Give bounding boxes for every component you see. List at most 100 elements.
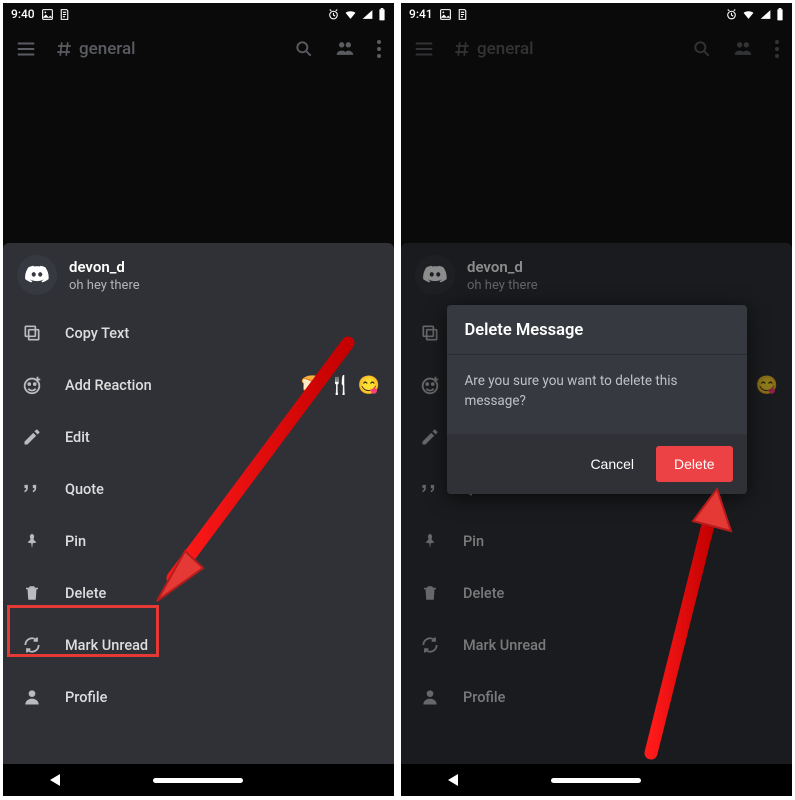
- menu-delete[interactable]: Delete: [3, 567, 394, 619]
- statusbar-left-icons: [41, 8, 71, 21]
- search-icon[interactable]: [692, 39, 712, 59]
- appbar: general: [401, 25, 792, 73]
- emoji-bread[interactable]: 🍞: [301, 375, 323, 396]
- wifi-icon: [344, 8, 357, 21]
- statusbar-right-icons: [725, 8, 784, 21]
- phone-right: 9:41 general: [401, 3, 792, 796]
- username: devon_d: [69, 258, 140, 276]
- nav-home[interactable]: [551, 778, 641, 783]
- dialog-title: Delete Message: [447, 305, 747, 355]
- emoji-cutlery[interactable]: 🍴: [329, 375, 351, 396]
- message-text: oh hey there: [69, 278, 140, 293]
- menu-label: Delete: [65, 585, 106, 602]
- reaction-shortcuts[interactable]: 😋: [756, 375, 778, 396]
- menu-quote[interactable]: Quote: [3, 463, 394, 515]
- content-space: [401, 73, 792, 243]
- refresh-icon: [419, 634, 441, 656]
- avatar: [17, 255, 57, 295]
- pin-icon: [21, 530, 43, 552]
- statusbar: 9:41: [401, 3, 792, 25]
- note-icon: [456, 8, 469, 21]
- menu-label: Delete: [463, 585, 504, 602]
- menu-label: Profile: [463, 689, 505, 706]
- nav-home[interactable]: [153, 778, 243, 783]
- more-icon[interactable]: [774, 39, 780, 59]
- trash-icon: [419, 582, 441, 604]
- android-navbar: [3, 764, 394, 796]
- dialog-body: Are you sure you want to delete this mes…: [447, 355, 747, 434]
- person-icon: [21, 686, 43, 708]
- statusbar: 9:40: [3, 3, 394, 25]
- statusbar-right-icons: [327, 8, 386, 21]
- discord-logo-icon: [24, 262, 50, 288]
- username: devon_d: [467, 258, 538, 276]
- signal-icon: [361, 8, 374, 21]
- cancel-button[interactable]: Cancel: [576, 446, 648, 482]
- alarm-icon: [725, 8, 738, 21]
- quote-icon: [21, 478, 43, 500]
- menu-label: Pin: [463, 533, 484, 550]
- menu-mark-unread[interactable]: Mark Unread: [401, 619, 792, 671]
- menu-label: Edit: [65, 429, 90, 446]
- dialog-actions: Cancel Delete: [447, 434, 747, 494]
- battery-icon: [776, 8, 784, 21]
- reaction-icon: [419, 374, 441, 396]
- statusbar-time: 9:41: [409, 7, 433, 21]
- menu-icon[interactable]: [15, 38, 37, 60]
- menu-mark-unread[interactable]: Mark Unread: [3, 619, 394, 671]
- image-icon: [439, 8, 452, 21]
- menu-pin[interactable]: Pin: [3, 515, 394, 567]
- delete-button[interactable]: Delete: [656, 446, 732, 482]
- phone-left: 9:40 general: [3, 3, 394, 796]
- menu-profile[interactable]: Profile: [3, 671, 394, 723]
- menu-delete[interactable]: Delete: [401, 567, 792, 619]
- menu-copy-text[interactable]: Copy Text: [3, 307, 394, 359]
- nav-back[interactable]: [448, 774, 458, 786]
- signal-icon: [759, 8, 772, 21]
- message-preview: devon_d oh hey there: [401, 243, 792, 307]
- image-icon: [41, 8, 54, 21]
- members-icon[interactable]: [334, 39, 356, 59]
- menu-label: Add Reaction: [65, 377, 152, 394]
- menu-add-reaction[interactable]: Add Reaction 🍞 🍴 😋: [3, 359, 394, 411]
- menu-label: Profile: [65, 689, 107, 706]
- reaction-icon: [21, 374, 43, 396]
- statusbar-left-icons: [439, 8, 469, 21]
- members-icon[interactable]: [732, 39, 754, 59]
- menu-label: Pin: [65, 533, 86, 550]
- more-icon[interactable]: [376, 39, 382, 59]
- action-sheet: devon_d oh hey there Copy Text Add React…: [3, 243, 394, 764]
- pin-icon: [419, 530, 441, 552]
- menu-icon[interactable]: [413, 38, 435, 60]
- nav-back[interactable]: [50, 774, 60, 786]
- avatar: [415, 255, 455, 295]
- pencil-icon: [21, 426, 43, 448]
- menu-edit[interactable]: Edit: [3, 411, 394, 463]
- person-icon: [419, 686, 441, 708]
- hash-icon: [453, 40, 471, 58]
- emoji-yum[interactable]: 😋: [358, 375, 380, 396]
- menu-label: Copy Text: [65, 325, 129, 342]
- message-text: oh hey there: [467, 278, 538, 293]
- menu-label: Mark Unread: [463, 637, 546, 654]
- channel-name: general: [79, 39, 136, 59]
- content-space: [3, 73, 394, 243]
- emoji-yum[interactable]: 😋: [756, 375, 778, 396]
- delete-dialog: Delete Message Are you sure you want to …: [447, 305, 747, 494]
- battery-icon: [378, 8, 386, 21]
- wifi-icon: [742, 8, 755, 21]
- trash-icon: [21, 582, 43, 604]
- menu-label: Quote: [65, 481, 104, 498]
- copy-icon: [419, 322, 441, 344]
- discord-logo-icon: [422, 262, 448, 288]
- menu-profile[interactable]: Profile: [401, 671, 792, 723]
- quote-icon: [419, 478, 441, 500]
- menu-pin[interactable]: Pin: [401, 515, 792, 567]
- channel-name: general: [477, 39, 534, 59]
- context-menu: Copy Text Add Reaction 🍞 🍴 😋 Edit Quote: [3, 307, 394, 723]
- alarm-icon: [327, 8, 340, 21]
- statusbar-time: 9:40: [11, 7, 35, 21]
- reaction-shortcuts[interactable]: 🍞 🍴 😋: [301, 375, 380, 396]
- message-preview: devon_d oh hey there: [3, 243, 394, 307]
- search-icon[interactable]: [294, 39, 314, 59]
